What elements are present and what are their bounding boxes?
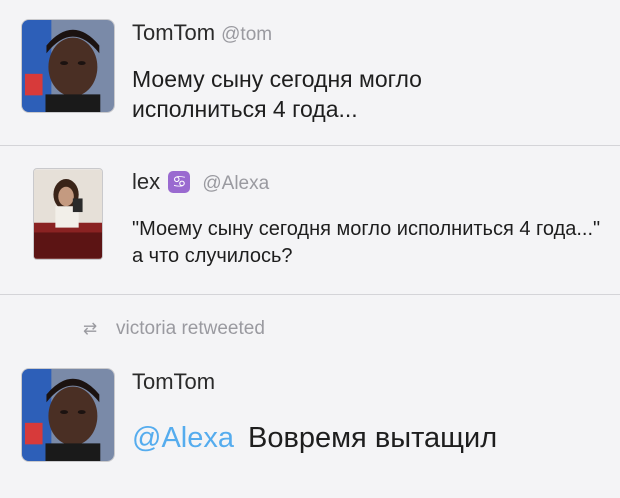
avatar-tomtom-image [22,20,114,112]
author-name[interactable]: lex ♋ @Alexa [132,169,269,195]
user-handle[interactable]: @tom [221,24,272,45]
user-handle[interactable]: @Alexa [202,173,269,194]
retweet-context: ⇄ victoria retweeted [78,318,265,340]
reply-text: Вовремя вытащил [247,422,498,454]
tweet-text: @Alexa Вовремя вытащил [132,421,497,455]
tweet-tomtom-reply[interactable]: ⇄ victoria retweeted TomTom @Alexa Вовремя… [0,295,620,498]
tweet-text: Моему сыну сегодня могло исполниться 4 г… [132,66,422,122]
cancer-zodiac-icon: ♋ [168,171,191,193]
avatar[interactable] [21,19,115,113]
retweet-label[interactable]: victoria retweeted [116,318,265,339]
display-name[interactable]: TomTom [132,369,215,395]
tweet-lex[interactable]: lex ♋ @Alexa "Моему сыну сегодня могло и… [0,146,620,295]
tweet-tomtom[interactable]: TomTom @tom Моему сыну сегодня могло испо… [0,0,620,146]
mention-link[interactable]: @Alexa [132,422,234,454]
tweet-text: "Моему сыну сегодня могло исполниться 4 … [132,218,601,267]
avatar[interactable] [33,168,103,260]
avatar-lex-image [34,169,102,259]
display-name[interactable]: TomTom [132,20,215,45]
avatar-tomtom-image [22,369,114,461]
retweet-icon: ⇄ [82,319,98,339]
display-name[interactable]: lex [132,169,160,194]
avatar[interactable] [21,368,115,462]
author-name[interactable]: TomTom @tom [132,20,272,46]
